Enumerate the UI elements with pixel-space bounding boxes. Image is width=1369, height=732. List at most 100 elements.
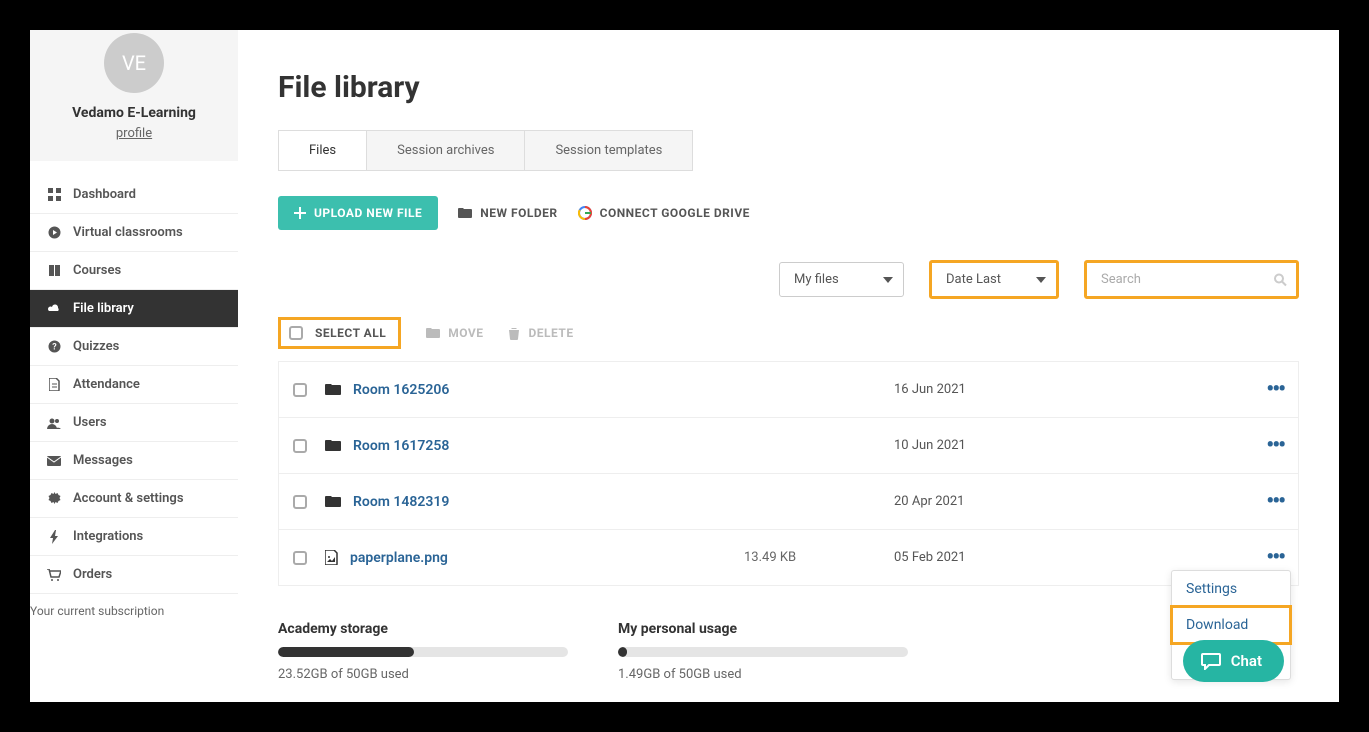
file-name[interactable]: Room 1482319 (353, 494, 744, 510)
file-row: Room 1482319 20 Apr 2021 ••• (279, 474, 1298, 530)
select-all-label: SELECT ALL (315, 326, 386, 340)
google-icon (578, 206, 592, 220)
file-name[interactable]: Room 1617258 (353, 438, 744, 454)
page-title: File library (278, 70, 1299, 105)
doc-icon (45, 378, 63, 391)
users-icon (45, 417, 63, 429)
file-checkbox[interactable] (293, 495, 307, 509)
bolt-icon (45, 530, 63, 544)
tab-files[interactable]: Files (279, 131, 367, 170)
move-label: MOVE (448, 326, 483, 340)
scope-select[interactable]: My files (779, 262, 904, 297)
sidebar-item-label: Virtual classrooms (73, 225, 183, 240)
file-checkbox[interactable] (293, 383, 307, 397)
search-input[interactable] (1084, 260, 1299, 299)
subscription-label: Your current subscription (30, 594, 238, 618)
sidebar-item-label: Quizzes (73, 339, 119, 354)
file-row: paperplane.png13.49 KB05 Feb 2021••• (279, 530, 1298, 585)
file-list: Room 162520616 Jun 2021•••Room 161725810… (278, 361, 1299, 586)
delete-button[interactable]: DELETE (508, 326, 573, 340)
personal-storage: My personal usage 1.49GB of 50GB used (618, 621, 908, 682)
sidebar-item-courses[interactable]: Courses (30, 252, 238, 290)
sidebar-item-dashboard[interactable]: Dashboard (30, 176, 238, 214)
academy-storage-text: 23.52GB of 50GB used (278, 667, 568, 682)
sidebar-item-account-settings[interactable]: Account & settings (30, 480, 238, 518)
storage-row: Academy storage 23.52GB of 50GB used My … (278, 621, 1299, 682)
file-image-icon (325, 550, 338, 565)
sort-select[interactable]: Date Last (929, 260, 1059, 299)
filter-row: My files Date Last (278, 260, 1299, 299)
sidebar-item-users[interactable]: Users (30, 404, 238, 442)
question-icon: ? (45, 340, 63, 353)
sidebar-item-label: Attendance (73, 377, 140, 392)
envelope-icon (45, 456, 63, 466)
file-size: 13.49 KB (744, 550, 894, 565)
tab-session-archives[interactable]: Session archives (367, 131, 525, 170)
file-date: 20 Apr 2021 (894, 494, 1074, 509)
profile-name: Vedamo E-Learning (40, 105, 228, 121)
upload-button[interactable]: UPLOAD NEW FILE (278, 196, 438, 230)
sidebar-item-attendance[interactable]: Attendance (30, 366, 238, 404)
folder-icon (458, 207, 472, 219)
sidebar: VE Vedamo E-Learning profile Dashboard Vi… (30, 30, 238, 702)
profile-card: VE Vedamo E-Learning profile (30, 30, 238, 161)
file-name[interactable]: Room 1625206 (353, 382, 744, 398)
sidebar-item-messages[interactable]: Messages (30, 442, 238, 480)
context-item-download[interactable]: Download (1170, 605, 1292, 645)
file-checkbox[interactable] (293, 439, 307, 453)
file-menu-button[interactable]: ••• (1254, 377, 1284, 402)
sidebar-item-label: Courses (73, 263, 121, 278)
folder-icon (325, 383, 341, 396)
action-row: SELECT ALL MOVE DELETE (278, 317, 1299, 349)
file-menu-button[interactable]: ••• (1254, 545, 1284, 570)
tab-session-templates[interactable]: Session templates (525, 131, 692, 170)
file-menu-button[interactable]: ••• (1254, 433, 1284, 458)
academy-progress (278, 647, 568, 657)
grid-icon (45, 188, 63, 201)
plus-icon (294, 207, 306, 219)
sidebar-item-label: Dashboard (73, 187, 136, 202)
sidebar-item-orders[interactable]: Orders (30, 556, 238, 594)
sidebar-item-integrations[interactable]: Integrations (30, 518, 238, 556)
move-button[interactable]: MOVE (426, 326, 483, 340)
select-all-checkbox[interactable] (289, 326, 303, 340)
new-folder-label: NEW FOLDER (480, 206, 557, 220)
play-icon (45, 226, 63, 239)
file-menu-button[interactable]: ••• (1254, 489, 1284, 514)
search-icon (1274, 273, 1287, 286)
personal-progress (618, 647, 908, 657)
book-icon (45, 264, 63, 277)
chat-label: Chat (1231, 652, 1262, 670)
chat-widget[interactable]: Chat (1183, 640, 1284, 682)
trash-icon (508, 327, 520, 340)
delete-label: DELETE (528, 326, 573, 340)
select-all-wrap: SELECT ALL (278, 317, 401, 349)
gear-icon (45, 492, 63, 505)
svg-text:?: ? (52, 343, 57, 353)
sidebar-item-label: Integrations (73, 529, 143, 544)
sidebar-item-label: Orders (73, 567, 112, 582)
new-folder-button[interactable]: NEW FOLDER (458, 206, 557, 220)
sidebar-item-virtual-classrooms[interactable]: Virtual classrooms (30, 214, 238, 252)
connect-drive-label: CONNECT GOOGLE DRIVE (600, 206, 750, 220)
nav: Dashboard Virtual classrooms Courses File l… (30, 176, 238, 594)
sidebar-item-quizzes[interactable]: ? Quizzes (30, 328, 238, 366)
folder-icon (325, 495, 341, 508)
profile-link[interactable]: profile (116, 126, 152, 141)
sidebar-item-label: Account & settings (73, 491, 184, 506)
folder-icon (325, 439, 341, 452)
academy-storage: Academy storage 23.52GB of 50GB used (278, 621, 568, 682)
sidebar-item-label: Users (73, 415, 107, 430)
search-wrap (1084, 260, 1299, 299)
toolbar: UPLOAD NEW FILE NEW FOLDER CONNECT GOOGL… (278, 196, 1299, 230)
file-name[interactable]: paperplane.png (350, 550, 744, 566)
sidebar-item-file-library[interactable]: File library (30, 290, 238, 328)
tabs: FilesSession archivesSession templates (278, 130, 693, 171)
context-item-settings[interactable]: Settings (1172, 571, 1290, 607)
personal-storage-text: 1.49GB of 50GB used (618, 667, 908, 682)
file-row: Room 161725810 Jun 2021••• (279, 418, 1298, 474)
avatar: VE (104, 33, 164, 93)
file-checkbox[interactable] (293, 551, 307, 565)
file-row: Room 162520616 Jun 2021••• (279, 362, 1298, 418)
connect-drive-button[interactable]: CONNECT GOOGLE DRIVE (578, 206, 750, 220)
